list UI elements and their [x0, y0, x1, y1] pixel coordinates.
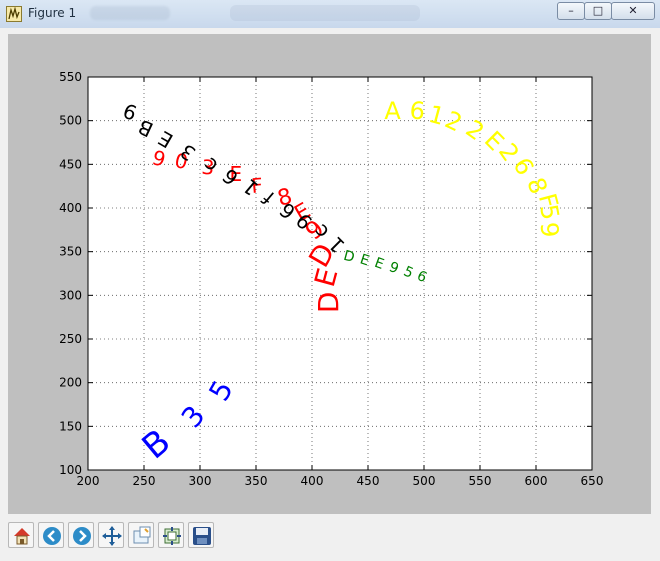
save-icon[interactable]	[188, 522, 214, 548]
x-tick-label: 500	[413, 474, 436, 488]
y-tick-label: 450	[59, 157, 82, 171]
back-icon[interactable]	[38, 522, 64, 548]
maximize-button[interactable]: □	[584, 2, 612, 20]
x-tick-label: 300	[189, 474, 212, 488]
window-client: 200 250 300 350 400 450 500 550 600 650 100 150 200 2…	[0, 28, 660, 561]
x-tick-label: 450	[357, 474, 380, 488]
forward-icon[interactable]	[68, 522, 94, 548]
scatter-text-glyph: D	[312, 292, 345, 314]
x-tick-label: 650	[581, 474, 604, 488]
title-bar: Figure 1 – □ ✕	[0, 0, 660, 29]
title-background-blur	[90, 6, 170, 20]
y-tick-label: 550	[59, 70, 82, 84]
matplotlib-app-icon	[6, 6, 22, 22]
y-tick-label: 300	[59, 288, 82, 302]
y-tick-label: 500	[59, 114, 82, 128]
y-tick-label: 100	[59, 463, 82, 477]
y-tick-label: 150	[59, 419, 82, 433]
y-tick-label: 200	[59, 376, 82, 390]
scatter-text-glyph: A	[384, 97, 401, 125]
home-icon[interactable]	[8, 522, 34, 548]
plot-canvas: 200 250 300 350 400 450 500 550 600 6501001502002…	[59, 70, 604, 488]
zoom-icon[interactable]	[128, 522, 154, 548]
x-tick-label: 250	[133, 474, 156, 488]
scatter-text-glyph: 6	[409, 96, 427, 125]
scatter-text-glyph: 9	[535, 221, 564, 239]
x-tick-label: 350	[245, 474, 268, 488]
subplots-icon[interactable]	[158, 522, 184, 548]
x-tick-label: 400	[301, 474, 324, 488]
pan-icon[interactable]	[98, 522, 124, 548]
x-tick-label: 600	[525, 474, 548, 488]
title-background-blur	[230, 5, 420, 21]
minimize-button[interactable]: –	[557, 2, 585, 20]
close-button[interactable]: ✕	[611, 2, 655, 20]
y-tick-label: 350	[59, 245, 82, 259]
y-tick-label: 250	[59, 332, 82, 346]
x-tick-label: 550	[469, 474, 492, 488]
navigation-toolbar	[0, 518, 660, 561]
y-tick-label: 400	[59, 201, 82, 215]
window-title: Figure 1	[28, 6, 77, 20]
